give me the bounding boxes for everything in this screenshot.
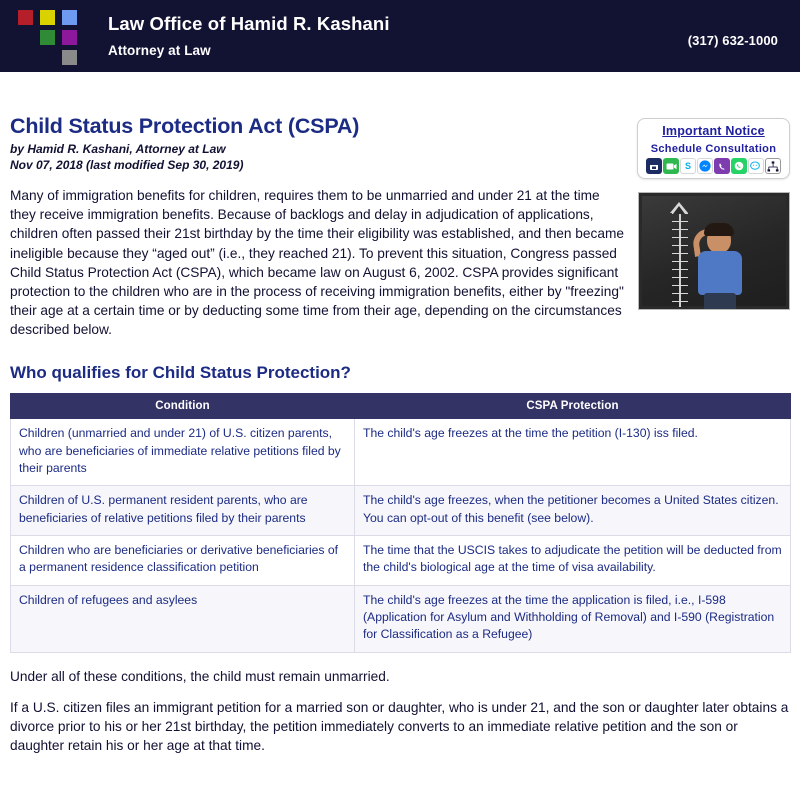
important-notice-title: Important Notice (662, 124, 765, 138)
sitemap-icon[interactable] (765, 158, 781, 174)
cell-protection: The child's age freezes at the time the … (354, 418, 791, 487)
brand-block[interactable]: Law Office of Hamid R. Kashani Attorney … (108, 14, 390, 58)
video-camera-icon[interactable] (663, 158, 679, 174)
cell-protection: The child's age freezes, when the petiti… (354, 485, 791, 537)
column-header-condition: Condition (10, 393, 355, 420)
table-row: Children of refugees and asylees The chi… (10, 584, 791, 653)
whatsapp-icon[interactable] (731, 158, 747, 174)
schedule-consultation-label[interactable]: Schedule Consultation (642, 143, 785, 155)
table-row: Children of U.S. permanent resident pare… (10, 485, 791, 537)
viber-icon[interactable] (714, 158, 730, 174)
consultation-icon-row: S (642, 158, 785, 174)
brand-name: Law Office of Hamid R. Kashani (108, 13, 390, 35)
logo-square-green (40, 30, 55, 45)
calendar-icon[interactable] (646, 158, 662, 174)
brand-subtitle: Attorney at Law (108, 42, 211, 58)
after-table-content: Under all of these conditions, the child… (10, 667, 790, 756)
logo-square-yellow (40, 10, 55, 25)
cell-condition: Children who are beneficiaries or deriva… (10, 535, 355, 586)
cell-condition: Children (unmarried and under 21) of U.S… (10, 418, 355, 487)
cell-condition: Children of refugees and asylees (10, 584, 355, 653)
table-header-row: Condition CSPA Protection (10, 393, 791, 420)
site-header: Law Office of Hamid R. Kashani Attorney … (0, 0, 800, 72)
table-row: Children (unmarried and under 21) of U.S… (10, 418, 791, 487)
wechat-icon[interactable] (748, 158, 764, 174)
intro-block: Many of immigration benefits for childre… (10, 186, 790, 339)
cell-protection: The time that the USCIS takes to adjudic… (354, 535, 791, 586)
height-ruler (672, 209, 688, 307)
logo-square-purple (62, 30, 77, 45)
section-heading-who-qualifies: Who qualifies for Child Status Protectio… (10, 363, 351, 383)
logo-mark[interactable] (18, 6, 88, 68)
cspa-qualification-table: Condition CSPA Protection Children (unma… (10, 393, 791, 653)
important-notice-box[interactable]: Important Notice Schedule Consultation S (637, 118, 790, 179)
skype-icon[interactable]: S (680, 158, 696, 174)
logo-square-blue (62, 10, 77, 25)
column-header-cspa-protection: CSPA Protection (354, 393, 791, 420)
logo-square-gray (62, 50, 77, 65)
page-content: Important Notice Schedule Consultation S (0, 72, 800, 755)
footer-paragraph-2: If a U.S. citizen files an immigrant pet… (10, 699, 789, 754)
child-figure (691, 219, 757, 309)
logo-square-red (18, 10, 33, 25)
table-row: Children who are beneficiaries or deriva… (10, 535, 791, 586)
header-phone-number[interactable]: (317) 632-1000 (688, 33, 778, 48)
cell-condition: Children of U.S. permanent resident pare… (10, 485, 355, 537)
hero-image-boy-measuring-height (638, 192, 790, 310)
cell-protection: The child's age freezes at the time the … (354, 584, 791, 653)
footer-paragraph-1: Under all of these conditions, the child… (10, 668, 390, 684)
messenger-icon[interactable] (697, 158, 713, 174)
